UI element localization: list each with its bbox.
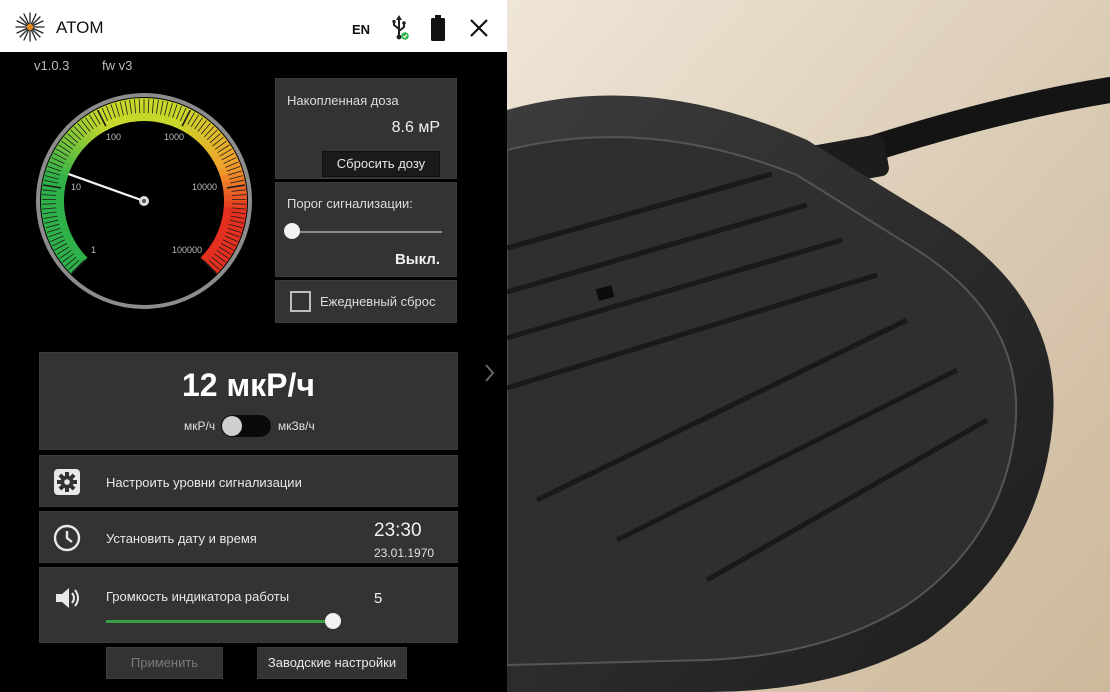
dose-rate-gauge: 1 10 100 1000 10000 100000	[36, 93, 252, 309]
app-version: v1.0.3	[34, 58, 70, 73]
battery-icon	[431, 15, 445, 41]
volume-row: Громкость индикатора работы 5	[39, 567, 458, 643]
alarm-levels-label: Настроить уровни сигнализации	[106, 475, 302, 490]
alarm-threshold-value: Выкл.	[394, 251, 440, 268]
accumulated-dose-card: Накопленная доза 8.6 мР Сбросить дозу	[275, 78, 457, 179]
unit-label-uR: мкР/ч	[184, 419, 216, 433]
title-bar: ATOM EN	[0, 0, 507, 52]
device-photo	[507, 0, 1110, 692]
alarm-levels-row[interactable]: Настроить уровни сигнализации	[39, 455, 458, 507]
clock-icon	[53, 524, 81, 552]
current-time: 23:30	[374, 520, 422, 541]
firmware-version: fw v3	[102, 58, 133, 73]
reset-dose-button[interactable]: Сбросить дозу	[322, 151, 440, 177]
datetime-row[interactable]: Установить дату и время 23:30 23.01.1970	[39, 511, 458, 563]
app-title: ATOM	[56, 18, 104, 37]
daily-reset-card[interactable]: Ежедневный сброс	[275, 280, 457, 323]
accumulated-dose-value: 8.6 мР	[391, 119, 440, 136]
usb-connected-icon	[392, 15, 409, 40]
volume-value: 5	[374, 590, 383, 607]
speaker-icon	[56, 588, 79, 608]
gear-icon	[54, 469, 80, 495]
unit-label-uSv: мкЗв/ч	[278, 419, 315, 433]
gauge-label: 1000	[164, 132, 184, 142]
factory-settings-button[interactable]: Заводские настройки	[257, 647, 407, 679]
accumulated-dose-label: Накопленная доза	[287, 93, 399, 108]
volume-slider-track[interactable]	[106, 620, 332, 623]
unit-toggle[interactable]	[221, 415, 271, 437]
alarm-threshold-label: Порог сигнализации:	[287, 196, 413, 211]
close-icon[interactable]	[468, 17, 490, 39]
alarm-threshold-slider[interactable]	[284, 223, 300, 239]
unit-toggle-knob[interactable]	[222, 416, 242, 436]
volume-label: Громкость индикатора работы	[106, 589, 290, 604]
datetime-label: Установить дату и время	[106, 531, 257, 546]
daily-reset-label: Ежедневный сброс	[320, 294, 436, 309]
chevron-right-icon[interactable]	[482, 360, 498, 386]
dose-rate-value: 12 мкР/ч	[182, 367, 315, 403]
volume-slider[interactable]	[325, 613, 341, 629]
atom-app-window: ATOM EN v1.0.3 fw v3 1 10 100 1000 10000…	[0, 0, 507, 692]
gauge-label: 1	[91, 245, 96, 255]
daily-reset-checkbox[interactable]	[290, 291, 311, 312]
gauge-label: 10000	[192, 182, 217, 192]
language-selector[interactable]: EN	[352, 22, 370, 37]
gauge-label: 100000	[172, 245, 202, 255]
gauge-label: 10	[71, 182, 81, 192]
gauge-label: 100	[106, 132, 121, 142]
dose-rate-panel: 12 мкР/ч мкР/ч мкЗв/ч	[39, 352, 458, 450]
alarm-threshold-track[interactable]	[292, 231, 442, 233]
apply-button[interactable]: Применить	[106, 647, 223, 679]
atom-logo-icon	[15, 12, 45, 42]
alarm-threshold-card: Порог сигнализации: Выкл.	[275, 182, 457, 277]
current-date: 23.01.1970	[374, 546, 435, 560]
